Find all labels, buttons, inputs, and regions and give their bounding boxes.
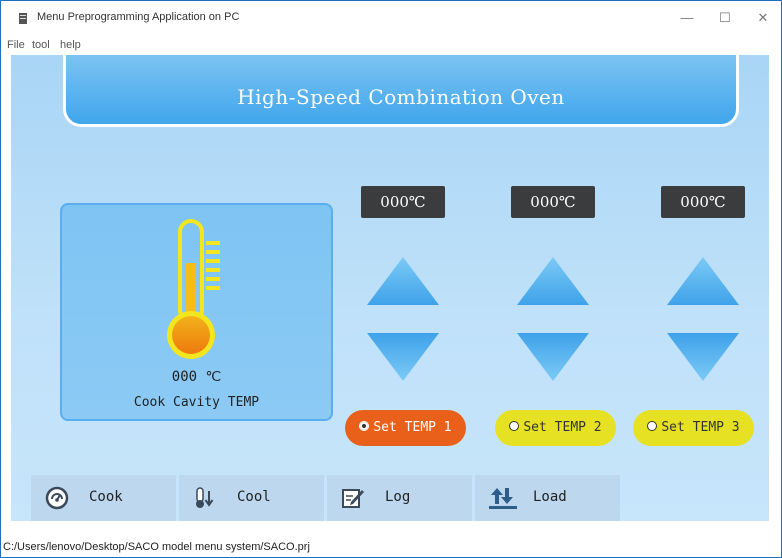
temp-3-display: 000℃: [661, 186, 745, 218]
nav-log-button[interactable]: Log: [327, 475, 472, 521]
menu-help[interactable]: help: [60, 39, 81, 51]
status-bar: C:/Users/lenovo/Desktop/SACO model menu …: [1, 537, 781, 557]
radio-unselected-icon: [509, 421, 520, 431]
temp-2-up-arrow-icon[interactable]: [515, 255, 591, 307]
oven-panel: High-Speed Combination Oven 000 ℃ Cook C…: [11, 55, 769, 521]
sort-arrows-icon: [489, 488, 517, 509]
nav-cool-button[interactable]: Cool: [179, 475, 324, 521]
title-bar: Menu Preprogramming Application on PC — …: [1, 1, 781, 35]
gauge-icon: [45, 486, 69, 510]
minimize-button[interactable]: —: [669, 1, 705, 35]
nav-cook-button[interactable]: Cook: [31, 475, 176, 521]
window-title: Menu Preprogramming Application on PC: [37, 11, 240, 23]
set-temp-3-button[interactable]: Set TEMP 3: [633, 410, 754, 446]
temp-3-up-arrow-icon[interactable]: [665, 255, 741, 307]
temp-2-down-arrow-icon[interactable]: [515, 331, 591, 383]
set-temp-2-button[interactable]: Set TEMP 2: [495, 410, 616, 446]
radio-selected-icon: [359, 421, 370, 431]
cavity-temp-label: Cook Cavity TEMP: [133, 395, 260, 410]
temp-1-up-arrow-icon[interactable]: [365, 255, 441, 307]
nav-load-button[interactable]: Load: [475, 475, 620, 521]
thermometer-down-icon: [196, 487, 214, 508]
menu-bar: File tool help: [1, 37, 781, 55]
cavity-temp-value: 000 ℃: [171, 369, 222, 385]
project-path: C:/Users/lenovo/Desktop/SACO model menu …: [3, 541, 310, 553]
set-temp-3-label: Set TEMP 3: [661, 420, 740, 435]
edit-note-icon: [342, 489, 364, 508]
nav-cook-label: Cook: [89, 489, 123, 505]
thermometer-icon: [167, 219, 220, 359]
temp-1-display: 000℃: [361, 186, 445, 218]
close-button[interactable]: ✕: [745, 1, 781, 35]
radio-unselected-icon: [647, 421, 658, 431]
temp-2-display: 000℃: [511, 186, 595, 218]
temp-3-down-arrow-icon[interactable]: [665, 331, 741, 383]
nav-cool-label: Cool: [237, 489, 271, 505]
maximize-button[interactable]: ☐: [707, 1, 743, 35]
page-title: High-Speed Combination Oven: [237, 85, 565, 109]
menu-tool[interactable]: tool: [32, 39, 50, 51]
nav-load-label: Load: [533, 489, 567, 505]
menu-file[interactable]: File: [7, 39, 25, 51]
header-banner: High-Speed Combination Oven: [63, 55, 739, 127]
set-temp-2-label: Set TEMP 2: [523, 420, 602, 435]
set-temp-1-button[interactable]: Set TEMP 1: [345, 410, 466, 446]
cavity-temp-panel: 000 ℃ Cook Cavity TEMP: [60, 203, 333, 421]
temp-1-down-arrow-icon[interactable]: [365, 331, 441, 383]
app-icon: [19, 13, 27, 24]
nav-log-label: Log: [385, 489, 411, 505]
set-temp-1-label: Set TEMP 1: [373, 420, 452, 435]
